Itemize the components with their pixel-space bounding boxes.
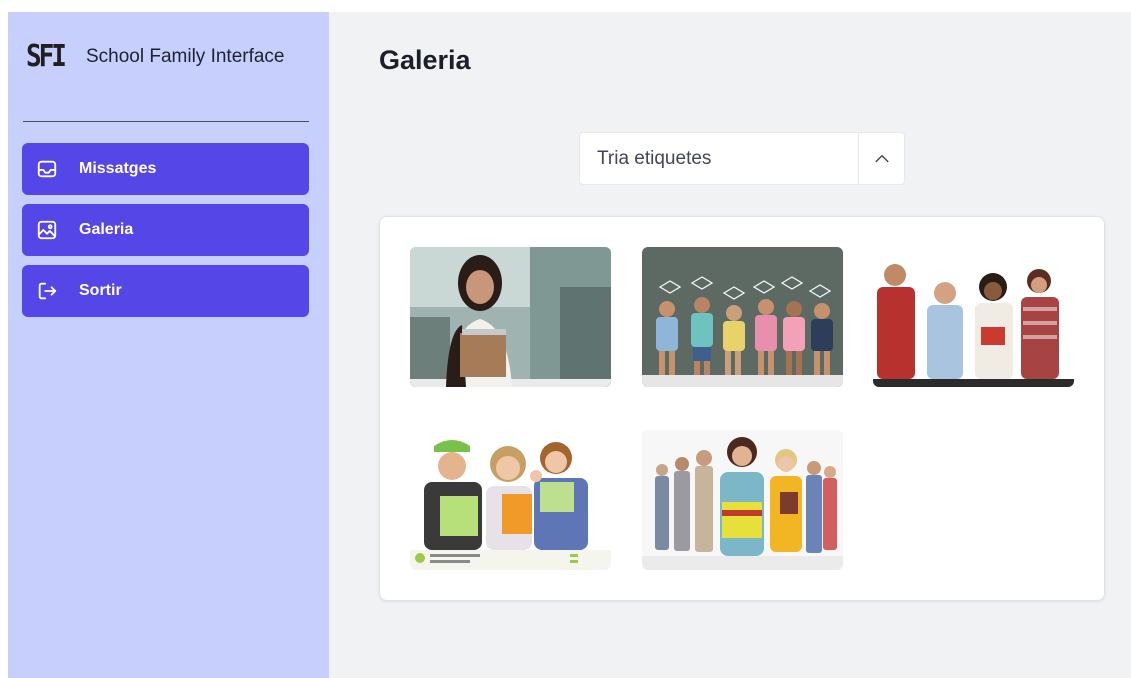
- sidebar-divider: [23, 121, 309, 122]
- children-with-graduation-caps-photo: [642, 247, 843, 387]
- main-content: Galeria Tria etiquetes: [329, 12, 1131, 678]
- sidebar-item-label: Galeria: [79, 221, 134, 238]
- gallery-photo[interactable]: [410, 430, 611, 570]
- image-icon: [35, 218, 59, 242]
- sidebar-item-label: Sortir: [79, 282, 122, 299]
- kids-with-notebooks-photo: [410, 430, 611, 570]
- page-title: Galeria: [379, 45, 471, 75]
- sidebar-item-sortir[interactable]: Sortir: [22, 265, 309, 317]
- students-group-with-books-photo: [642, 430, 843, 570]
- tag-select-placeholder: Tria etiquetes: [597, 147, 712, 169]
- sidebar-item-missatges[interactable]: Missatges: [22, 143, 309, 195]
- gallery-card: [379, 216, 1105, 601]
- gallery-photo[interactable]: [873, 247, 1074, 387]
- gallery-photo[interactable]: [410, 247, 611, 387]
- student-girl-with-notebooks-photo: [410, 247, 611, 387]
- gallery-photo[interactable]: [642, 247, 843, 387]
- sidebar-item-label: Missatges: [79, 160, 157, 177]
- tag-select[interactable]: Tria etiquetes: [579, 132, 905, 185]
- chevron-up-icon[interactable]: [858, 133, 904, 184]
- sidebar: SFI School Family Interface Missatges Ga…: [8, 12, 329, 678]
- app-logo: SFI: [26, 39, 67, 75]
- gallery-photo[interactable]: [642, 430, 843, 570]
- group-of-teen-students-photo: [873, 247, 1074, 387]
- logout-icon: [35, 279, 59, 303]
- sidebar-item-galeria[interactable]: Galeria: [22, 204, 309, 256]
- app-name: School Family Interface: [85, 46, 285, 67]
- brand: SFI School Family Interface: [26, 39, 285, 75]
- inbox-icon: [35, 157, 59, 181]
